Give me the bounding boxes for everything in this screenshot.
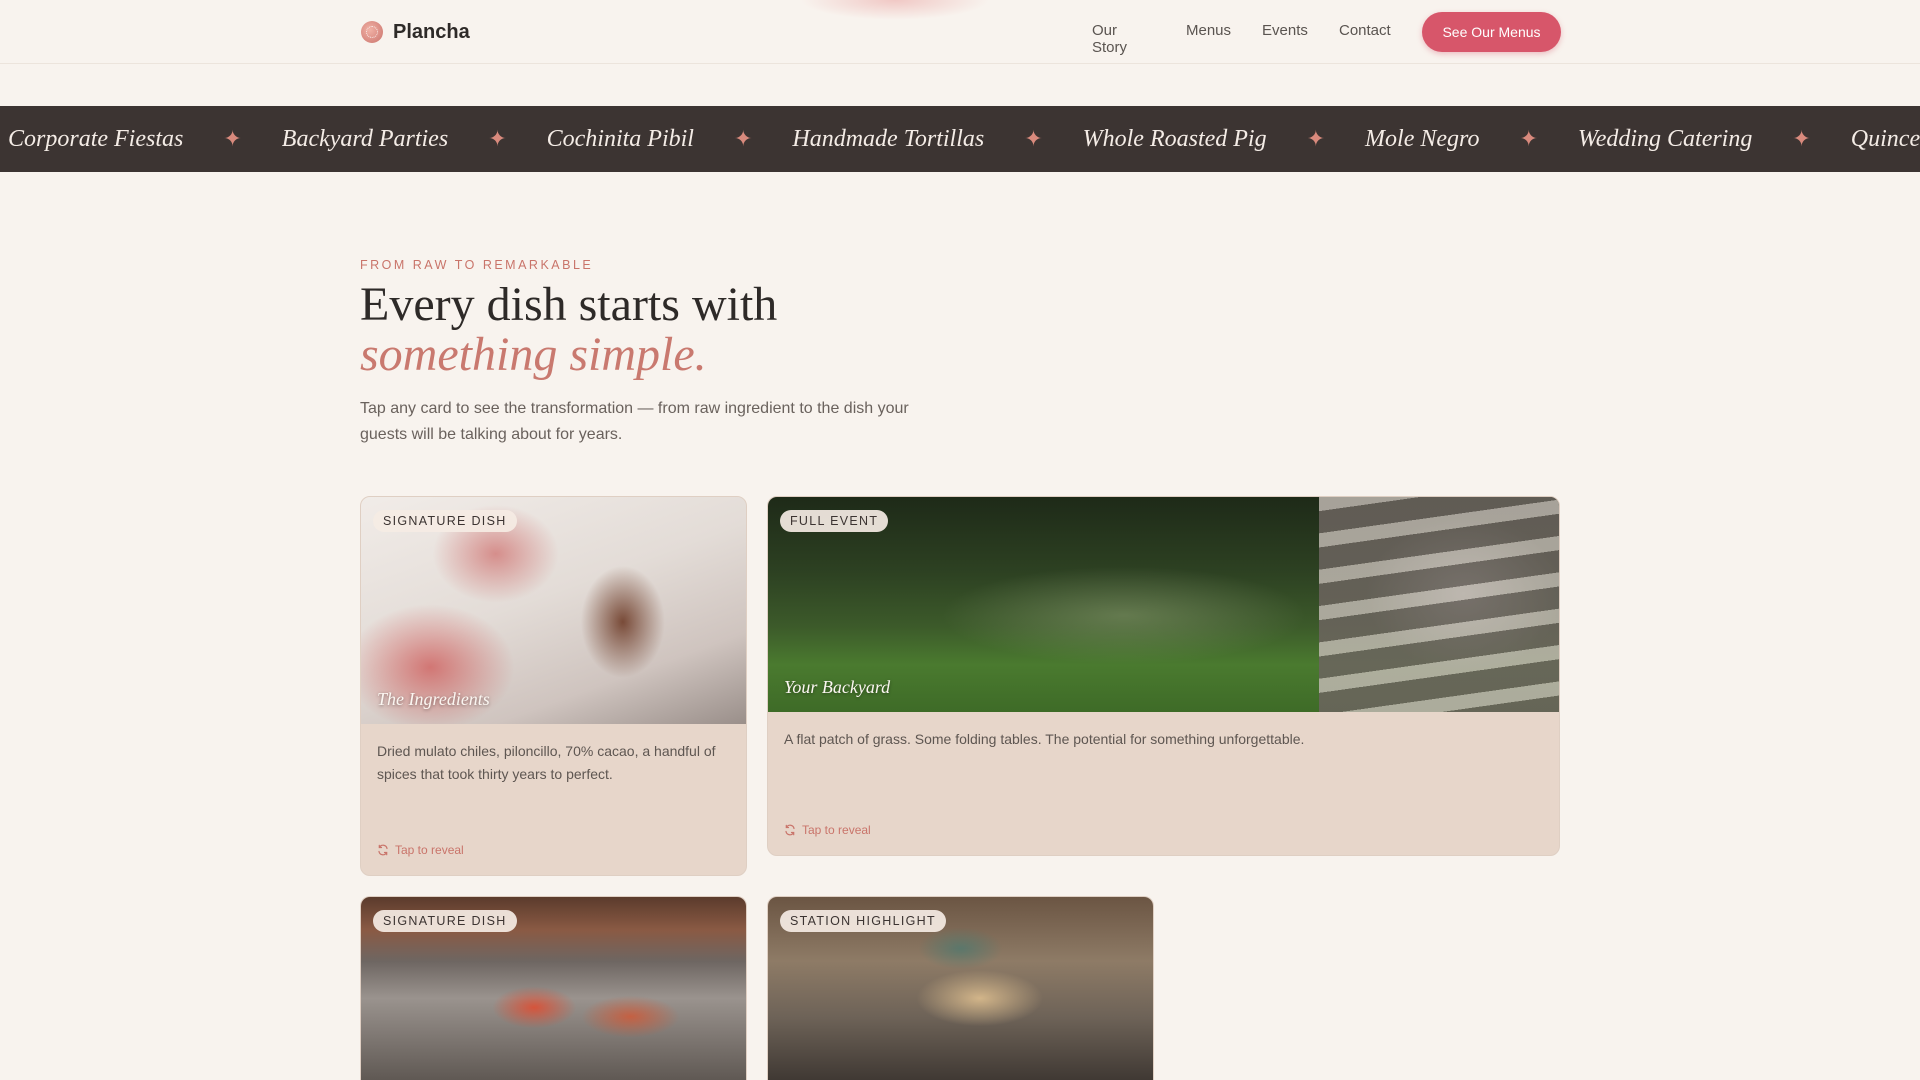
header-glow — [800, 0, 990, 20]
card-tag: STATION HIGHLIGHT — [780, 910, 946, 932]
sparkle-icon: ✦ — [733, 126, 753, 151]
sparkle-icon: ✦ — [1519, 126, 1538, 151]
marquee-item: Handmade Tortillas — [792, 125, 985, 152]
headline-line-2: something simple. — [360, 328, 707, 381]
card-tag: SIGNATURE DISH — [373, 510, 517, 532]
brand-name: Plancha — [393, 20, 470, 43]
fence-graphic — [1319, 497, 1559, 712]
card-image-backyard: FULL EVENT Your Backyard — [768, 497, 1559, 712]
card-image-coals: SIGNATURE DISH — [361, 897, 746, 1080]
brand[interactable]: Plancha — [361, 18, 470, 46]
marquee-item: Whole Roasted Pig — [1082, 125, 1267, 152]
marquee-track: Corporate Fiestas ✦ Backyard Parties ✦ C… — [8, 106, 1920, 172]
nav-contact[interactable]: Contact — [1339, 22, 1391, 39]
sparkle-icon: ✦ — [488, 126, 507, 151]
marquee-item: Wedding Catering — [1577, 125, 1753, 152]
card-description: A flat patch of grass. Some folding tabl… — [784, 731, 1305, 747]
flip-card-backyard[interactable]: FULL EVENT Your Backyard A flat patch of… — [767, 496, 1560, 856]
marquee-item: Quinceañeras — [1850, 125, 1920, 152]
site-header: Plancha Our Story Menus Events Contact S… — [0, 0, 1920, 64]
marquee-item: Cochinita Pibil — [546, 125, 694, 152]
tap-to-reveal[interactable]: Tap to reveal — [784, 823, 871, 837]
card-image-chiles: SIGNATURE DISH The Ingredients — [361, 497, 746, 724]
refresh-icon — [785, 824, 795, 836]
card-caption: Your Backyard — [784, 677, 891, 697]
tap-to-reveal[interactable]: Tap to reveal — [377, 843, 464, 857]
marquee-item: Corporate Fiestas — [8, 125, 184, 152]
card-description: Dried mulato chiles, piloncillo, 70% cac… — [377, 743, 716, 782]
nav-menus[interactable]: Menus — [1186, 22, 1231, 39]
headline-line-1: Every dish starts with — [360, 278, 778, 331]
brand-logo-icon — [361, 21, 383, 43]
card-caption: The Ingredients — [377, 689, 490, 709]
sparkle-icon: ✦ — [223, 126, 242, 151]
section-description: Tap any card to see the transformation —… — [360, 400, 909, 443]
nav-events[interactable]: Events — [1262, 22, 1308, 39]
flip-card-ingredients[interactable]: SIGNATURE DISH The Ingredients Dried mul… — [360, 496, 747, 876]
reveal-label: Tap to reveal — [802, 823, 871, 837]
marquee-item: Mole Negro — [1365, 125, 1480, 152]
sparkle-icon: ✦ — [1792, 126, 1811, 151]
sparkle-icon: ✦ — [1024, 126, 1043, 151]
card-tag: SIGNATURE DISH — [373, 910, 517, 932]
marquee-item: Backyard Parties — [281, 125, 449, 152]
card-tag: FULL EVENT — [780, 510, 889, 532]
sparkle-icon: ✦ — [1306, 126, 1326, 151]
see-our-menus-button[interactable]: See Our Menus — [1422, 12, 1561, 52]
reveal-label: Tap to reveal — [395, 843, 464, 857]
marquee-banner: Corporate Fiestas ✦ Backyard Parties ✦ C… — [0, 106, 1920, 172]
section-eyebrow: FROM RAW TO REMARKABLE — [360, 258, 594, 272]
flip-card-coals[interactable]: SIGNATURE DISH — [360, 896, 747, 1080]
nav-our-story[interactable]: Our Story — [1092, 22, 1127, 56]
card-image-masa: STATION HIGHLIGHT — [768, 897, 1153, 1080]
section-headline: Every dish starts with something simple. — [360, 280, 1060, 380]
refresh-icon — [378, 844, 388, 856]
flip-card-masa[interactable]: STATION HIGHLIGHT — [767, 896, 1154, 1080]
